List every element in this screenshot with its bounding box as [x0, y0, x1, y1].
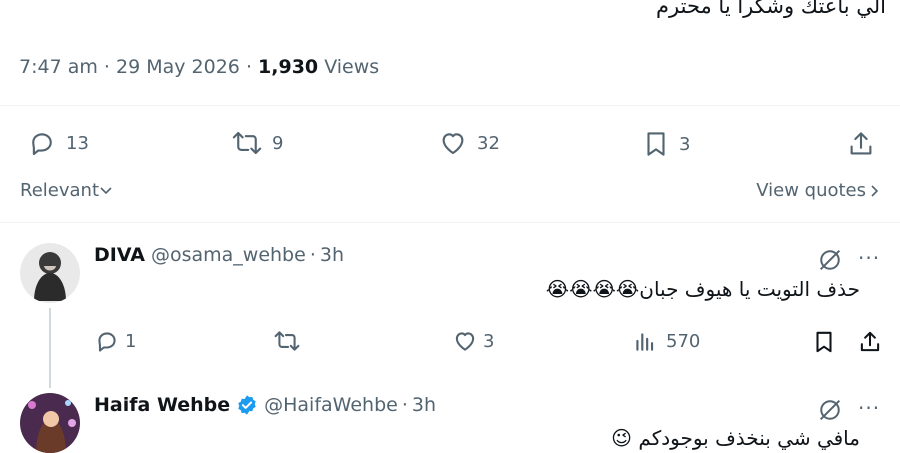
reply-header: DIVA @osama_wehbe · 3h [94, 244, 344, 266]
avatar[interactable] [20, 243, 80, 303]
grok-button[interactable] [816, 396, 844, 428]
more-options-icon[interactable]: ··· [858, 396, 880, 420]
bookmark-count: 3 [679, 133, 691, 155]
reply-button[interactable]: 1 [93, 328, 136, 354]
grok-icon [819, 399, 841, 421]
thread-line [49, 308, 51, 388]
like-count: 32 [477, 132, 500, 154]
verified-badge-icon [238, 395, 256, 415]
avatar-image [20, 243, 80, 303]
views-label: Views [324, 56, 380, 78]
bookmark-icon [647, 132, 665, 156]
repost-count: 9 [272, 132, 284, 154]
author-handle[interactable]: @osama_wehbe [151, 244, 306, 266]
tweet-date[interactable]: 29 May 2026 [116, 56, 240, 78]
sort-label: Relevant [20, 180, 99, 201]
author-name[interactable]: DIVA [94, 244, 145, 266]
avatar-image [20, 393, 80, 453]
views-button[interactable]: 570 [632, 328, 700, 354]
repost-icon [232, 131, 262, 155]
heart-icon [455, 332, 475, 351]
reply-text: حذف التويت يا هيوف جبان😭😭😭😭 [545, 277, 860, 301]
chevron-down-icon [100, 186, 112, 194]
tweet-text: الي باعتك وشكرا يا محترم [656, 0, 886, 18]
sort-dropdown[interactable]: Relevant [20, 180, 113, 201]
reply-header: Haifa Wehbe @HaifaWehbe · 3h [94, 394, 437, 416]
reply-text: مافي شي بنخذف بوجودكم 😉 [611, 426, 860, 450]
tweet-meta: 7:47 am · 29 May 2026 · 1,930 Views [19, 56, 380, 78]
bookmark-button[interactable]: 3 [641, 128, 690, 160]
author-name[interactable]: Haifa Wehbe [94, 394, 230, 416]
views-count: 570 [666, 330, 701, 352]
reply-icon [32, 133, 52, 156]
analytics-icon [636, 333, 654, 351]
author-handle[interactable]: @HaifaWehbe [264, 394, 398, 416]
repost-icon [274, 331, 300, 351]
reply-button[interactable]: 13 [26, 128, 89, 158]
share-icon [850, 132, 872, 155]
view-quotes-link[interactable]: View quotes [756, 180, 882, 201]
bookmark-icon [816, 331, 832, 353]
share-button[interactable] [857, 328, 883, 356]
more-options-icon[interactable]: ··· [858, 246, 880, 270]
divider [0, 105, 900, 106]
share-button[interactable] [846, 128, 876, 160]
bookmark-button[interactable] [811, 328, 837, 356]
view-quotes-label: View quotes [756, 180, 866, 201]
tweet-time[interactable]: 7:47 am [19, 56, 98, 78]
repost-button[interactable] [272, 328, 310, 354]
reply-icon [98, 332, 116, 352]
grok-button[interactable] [816, 246, 844, 278]
heart-icon [442, 133, 464, 155]
views-count: 1,930 [258, 56, 319, 78]
grok-icon [819, 249, 841, 271]
like-button[interactable]: 3 [451, 328, 494, 354]
like-count: 3 [483, 330, 495, 352]
reply-count: 1 [125, 330, 137, 352]
like-button[interactable]: 32 [437, 128, 500, 158]
reply-age[interactable]: 3h [320, 244, 344, 266]
reply-count: 13 [66, 132, 89, 154]
avatar[interactable] [20, 393, 80, 453]
reply-age[interactable]: 3h [412, 394, 436, 416]
share-icon [860, 331, 880, 352]
chevron-right-icon [871, 184, 879, 197]
repost-button[interactable]: 9 [230, 128, 283, 158]
divider [0, 222, 900, 223]
